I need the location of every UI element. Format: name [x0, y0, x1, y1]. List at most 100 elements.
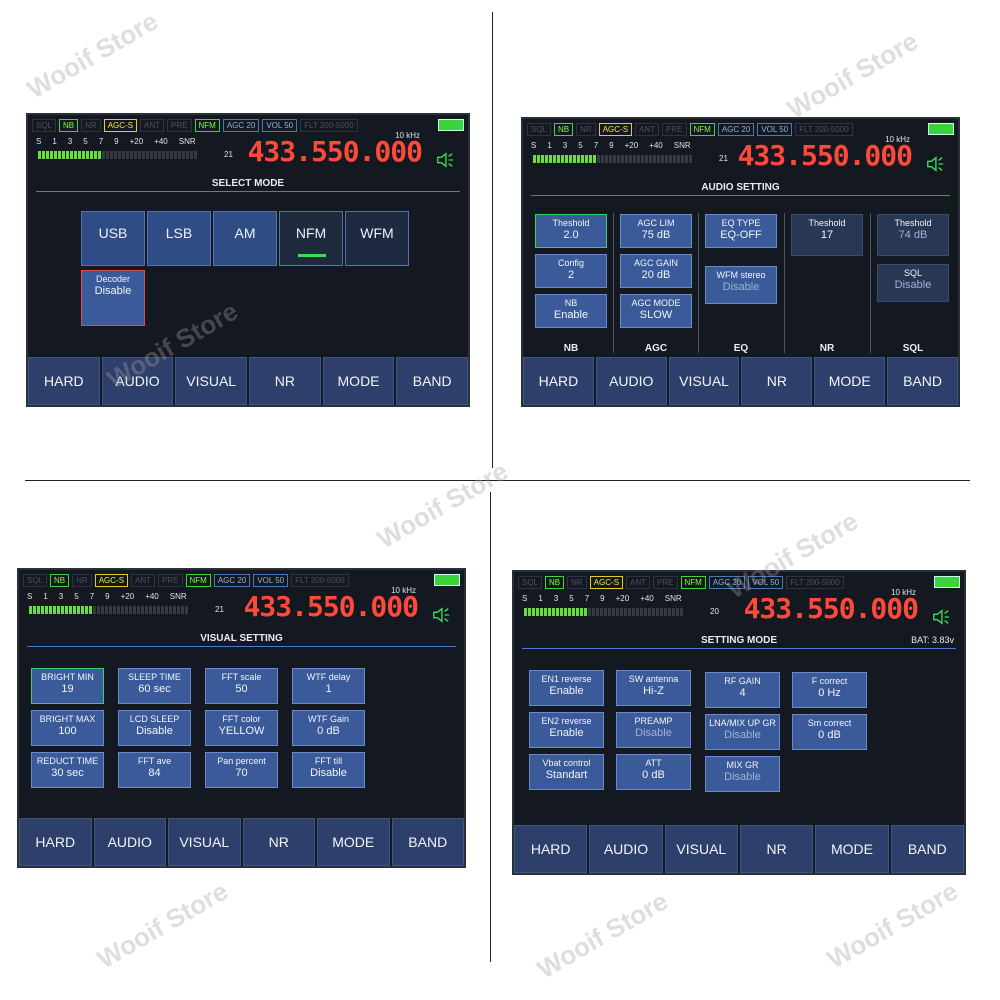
- status-nb[interactable]: NB: [554, 122, 574, 136]
- nav-visual[interactable]: VISUAL: [168, 818, 241, 866]
- en1-reverse-button[interactable]: EN1 reverse Enable: [529, 670, 604, 706]
- nav-hard[interactable]: HARD: [514, 825, 588, 873]
- mode-usb-button[interactable]: USB: [81, 211, 145, 266]
- status-mode[interactable]: NFM: [185, 573, 211, 587]
- nb-config-button[interactable]: Config 2: [535, 254, 607, 288]
- f-correct-button[interactable]: F correct 0 Hz: [792, 672, 867, 708]
- nav-band[interactable]: BAND: [890, 825, 964, 873]
- status-agc-s[interactable]: AGC-S: [589, 575, 624, 589]
- eq-type-button[interactable]: EQ TYPE EQ-OFF: [705, 214, 777, 248]
- status-sql[interactable]: SQL: [32, 118, 57, 132]
- vbat-control-button[interactable]: Vbat control Standart: [529, 754, 604, 790]
- status-flt[interactable]: FLT 200-5000: [300, 118, 358, 132]
- fft-ave-button[interactable]: FFT ave 84: [118, 752, 191, 788]
- status-pre[interactable]: PRE: [158, 573, 183, 587]
- mode-lsb-button[interactable]: LSB: [147, 211, 211, 266]
- nav-nr[interactable]: NR: [242, 818, 315, 866]
- speaker-icon[interactable]: [436, 151, 454, 169]
- status-nr[interactable]: NR: [72, 573, 92, 587]
- nav-band[interactable]: BAND: [391, 818, 464, 866]
- lna-mix-up-gr-button[interactable]: LNA/MIX UP GR Disable: [705, 714, 780, 750]
- mode-nfm-button[interactable]: NFM: [279, 211, 343, 266]
- status-ant[interactable]: ANT: [131, 573, 156, 587]
- nav-nr[interactable]: NR: [249, 357, 321, 405]
- bright-max-button[interactable]: BRIGHT MAX 100: [31, 710, 104, 746]
- reduct-time-button[interactable]: REDUCT TIME 30 sec: [31, 752, 104, 788]
- status-flt[interactable]: FLT 200-5000: [291, 573, 349, 587]
- speaker-icon[interactable]: [432, 606, 450, 624]
- status-sql[interactable]: SQL: [23, 573, 48, 587]
- sql-enable-button[interactable]: SQL Disable: [877, 264, 949, 302]
- status-mode[interactable]: NFM: [680, 575, 706, 589]
- nav-audio[interactable]: AUDIO: [93, 818, 166, 866]
- status-agc-s[interactable]: AGC-S: [103, 118, 138, 132]
- status-nb[interactable]: NB: [545, 575, 565, 589]
- status-sql[interactable]: SQL: [527, 122, 552, 136]
- frequency-display[interactable]: 433.550.000: [738, 139, 913, 172]
- nav-nr[interactable]: NR: [741, 357, 813, 405]
- agc-mode-button[interactable]: AGC MODE SLOW: [620, 294, 692, 328]
- status-vol[interactable]: VOL 50: [253, 573, 289, 587]
- preamp-button[interactable]: PREAMP Disable: [616, 712, 691, 748]
- status-nb[interactable]: NB: [50, 573, 70, 587]
- status-pre[interactable]: PRE: [653, 575, 678, 589]
- wtf-delay-button[interactable]: WTF delay 1: [292, 668, 365, 704]
- status-nb[interactable]: NB: [59, 118, 79, 132]
- nav-mode[interactable]: MODE: [317, 818, 390, 866]
- fft-till-button[interactable]: FFT till Disable: [292, 752, 365, 788]
- nav-band[interactable]: BAND: [887, 357, 958, 405]
- status-flt[interactable]: FLT 200-5000: [795, 122, 853, 136]
- sw-antenna-button[interactable]: SW antenna Hi-Z: [616, 670, 691, 706]
- fft-scale-button[interactable]: FFT scale 50: [205, 668, 278, 704]
- mix-gr-button[interactable]: MIX GR Disable: [705, 756, 780, 792]
- status-pre[interactable]: PRE: [662, 122, 687, 136]
- nr-threshold-button[interactable]: Theshold 17: [791, 214, 863, 256]
- nav-mode[interactable]: MODE: [322, 357, 395, 405]
- nb-threshold-button[interactable]: Theshold 2.0: [535, 214, 607, 248]
- frequency-display[interactable]: 433.550.000: [744, 592, 919, 625]
- status-flt[interactable]: FLT 200-5000: [786, 575, 844, 589]
- status-ant[interactable]: ANT: [626, 575, 651, 589]
- nav-nr[interactable]: NR: [739, 825, 814, 873]
- fft-color-button[interactable]: FFT color YELLOW: [205, 710, 278, 746]
- nav-audio[interactable]: AUDIO: [589, 825, 663, 873]
- bright-min-button[interactable]: BRIGHT MIN 19: [31, 668, 104, 704]
- status-nr[interactable]: NR: [576, 122, 596, 136]
- status-ant[interactable]: ANT: [635, 122, 660, 136]
- wtf-gain-button[interactable]: WTF Gain 0 dB: [292, 710, 365, 746]
- status-agc[interactable]: AGC 20: [708, 575, 746, 589]
- nav-visual[interactable]: VISUAL: [175, 357, 248, 405]
- nav-mode[interactable]: MODE: [815, 825, 889, 873]
- status-agc[interactable]: AGC 20: [717, 122, 755, 136]
- lcd-sleep-button[interactable]: LCD SLEEP Disable: [118, 710, 191, 746]
- nav-visual[interactable]: VISUAL: [664, 825, 738, 873]
- att-button[interactable]: ATT 0 dB: [616, 754, 691, 790]
- nav-visual[interactable]: VISUAL: [668, 357, 740, 405]
- pan-percent-button[interactable]: Pan percent 70: [205, 752, 278, 788]
- status-ant[interactable]: ANT: [140, 118, 165, 132]
- sleep-time-button[interactable]: SLEEP TIME 60 sec: [118, 668, 191, 704]
- status-vol[interactable]: VOL 50: [757, 122, 793, 136]
- speaker-icon[interactable]: [932, 608, 950, 626]
- status-nr[interactable]: NR: [81, 118, 101, 132]
- frequency-display[interactable]: 433.550.000: [248, 135, 423, 168]
- status-sql[interactable]: SQL: [518, 575, 543, 589]
- status-vol[interactable]: VOL 50: [748, 575, 784, 589]
- nav-hard[interactable]: HARD: [19, 818, 92, 866]
- status-mode[interactable]: NFM: [689, 122, 715, 136]
- wfm-stereo-button[interactable]: WFM stereo Disable: [705, 266, 777, 304]
- status-mode[interactable]: NFM: [194, 118, 220, 132]
- status-pre[interactable]: PRE: [167, 118, 192, 132]
- status-agc[interactable]: AGC 20: [222, 118, 260, 132]
- status-agc-s[interactable]: AGC-S: [94, 573, 129, 587]
- nav-audio[interactable]: AUDIO: [595, 357, 667, 405]
- status-agc[interactable]: AGC 20: [213, 573, 251, 587]
- frequency-display[interactable]: 433.550.000: [244, 590, 419, 623]
- nav-band[interactable]: BAND: [396, 357, 468, 405]
- nb-enable-button[interactable]: NB Enable: [535, 294, 607, 328]
- nav-hard[interactable]: HARD: [28, 357, 100, 405]
- status-vol[interactable]: VOL 50: [262, 118, 298, 132]
- nav-audio[interactable]: AUDIO: [101, 357, 174, 405]
- status-agc-s[interactable]: AGC-S: [598, 122, 633, 136]
- nav-hard[interactable]: HARD: [523, 357, 594, 405]
